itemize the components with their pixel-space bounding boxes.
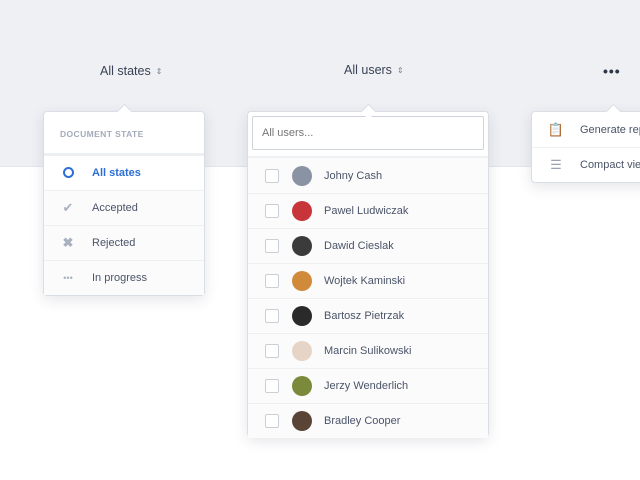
user-name: Dawid Cieslak	[324, 240, 394, 252]
user-checkbox[interactable]	[265, 379, 279, 393]
users-dropdown: Johny Cash Pawel Ludwiczak Dawid Cieslak Wo…	[247, 111, 489, 438]
users-filter-trigger[interactable]: All users ⇕	[344, 63, 404, 77]
user-checkbox[interactable]	[265, 309, 279, 323]
avatar	[292, 306, 312, 326]
sort-icon: ⇕	[396, 66, 404, 75]
user-list-item[interactable]: Wojtek Kaminski	[248, 263, 488, 298]
state-option-rejected[interactable]: ✖ Rejected	[44, 225, 204, 260]
option-label: Rejected	[92, 237, 136, 249]
menu-item-label: Compact vie	[580, 159, 640, 171]
avatar	[292, 201, 312, 221]
user-name: Bartosz Pietrzak	[324, 310, 405, 322]
avatar	[292, 411, 312, 431]
option-label: All states	[92, 167, 141, 179]
list-icon: ☰	[550, 157, 562, 172]
user-checkbox[interactable]	[265, 414, 279, 428]
user-name: Wojtek Kaminski	[324, 275, 406, 287]
states-filter-trigger[interactable]: All states ⇕	[100, 64, 162, 78]
users-filter-label: All users	[344, 63, 392, 77]
more-options-icon[interactable]: •••	[603, 63, 621, 79]
state-option-accepted[interactable]: ✔ Accepted	[44, 190, 204, 225]
option-label: In progress	[92, 272, 148, 284]
progress-dots-icon: •••	[63, 273, 73, 283]
dropdown-heading: DOCUMENT STATE	[44, 112, 204, 155]
user-list-item[interactable]: Dawid Cieslak	[248, 228, 488, 263]
states-dropdown: DOCUMENT STATE All states ✔ Accepted ✖ Rej…	[43, 111, 205, 296]
avatar	[292, 271, 312, 291]
user-checkbox[interactable]	[265, 204, 279, 218]
user-name: Pawel Ludwiczak	[324, 205, 409, 217]
menu-item-generate-report[interactable]: 📋 Generate rep	[532, 112, 640, 147]
avatar	[292, 165, 312, 186]
user-list-item[interactable]: Bradley Cooper	[248, 403, 488, 438]
user-list-item[interactable]: Marcin Sulikowski	[248, 333, 488, 368]
user-checkbox[interactable]	[265, 239, 279, 253]
state-option-in-progress[interactable]: ••• In progress	[44, 260, 204, 295]
avatar	[292, 341, 312, 361]
user-name: Jerzy Wenderlich	[324, 380, 409, 392]
menu-item-label: Generate rep	[580, 123, 640, 136]
report-icon: 📋	[547, 121, 565, 137]
menu-item-compact-view[interactable]: ☰ Compact vie	[532, 147, 640, 182]
user-list-item[interactable]: Pawel Ludwiczak	[248, 193, 488, 228]
circle-icon	[44, 166, 92, 181]
user-name: Marcin Sulikowski	[324, 345, 412, 357]
more-options-menu: 📋 Generate rep ☰ Compact vie	[531, 111, 640, 183]
option-label: Accepted	[92, 202, 138, 214]
user-name: Bradley Cooper	[324, 415, 401, 427]
x-icon: ✖	[62, 235, 74, 250]
avatar	[292, 236, 312, 256]
users-list: Johny Cash Pawel Ludwiczak Dawid Cieslak Wo…	[248, 156, 488, 438]
sort-icon: ⇕	[155, 67, 163, 76]
state-option-all[interactable]: All states	[44, 155, 204, 190]
user-list-item[interactable]: Bartosz Pietrzak	[248, 298, 488, 333]
user-checkbox[interactable]	[265, 274, 279, 288]
avatar	[292, 376, 312, 396]
user-list-item[interactable]: Johny Cash	[248, 158, 488, 193]
user-name: Johny Cash	[324, 169, 383, 182]
states-filter-label: All states	[100, 64, 151, 78]
check-icon: ✔	[62, 200, 74, 215]
user-checkbox[interactable]	[265, 344, 279, 358]
user-list-item[interactable]: Jerzy Wenderlich	[248, 368, 488, 403]
user-checkbox[interactable]	[265, 168, 279, 183]
users-search-input[interactable]	[252, 116, 484, 150]
